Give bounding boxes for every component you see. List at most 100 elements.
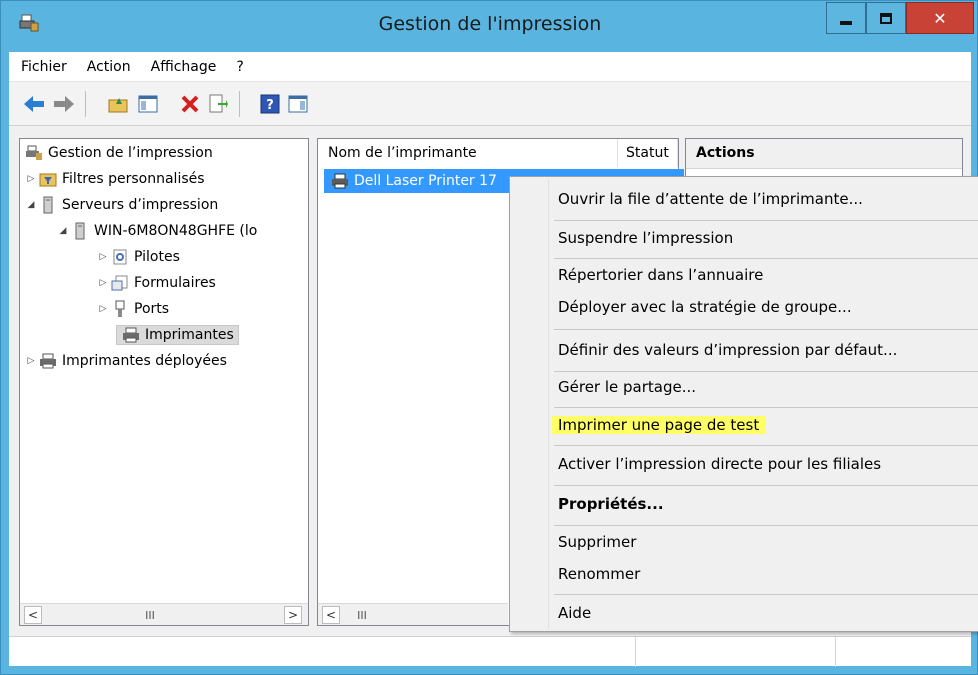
menu-separator [554,258,978,259]
tree-item-filtres[interactable]: ▷ Filtres personnalisés [24,167,205,191]
expand-arrow-icon[interactable]: ▷ [24,174,38,184]
printer-icon [330,172,350,190]
server-icon [38,196,58,214]
export-list-icon[interactable] [207,93,229,115]
menu-item-default-printing-values[interactable]: Définir des valeurs d’impression par déf… [558,336,897,364]
expand-arrow-icon[interactable]: ▷ [96,252,110,262]
printer-icon [38,352,58,370]
minimize-button[interactable] [826,2,866,34]
menu-item-print-test-page[interactable]: Imprimer une page de test [552,411,766,439]
printer-icon [121,326,141,344]
menu-separator [554,445,978,446]
toolbar-separator [239,91,240,117]
menu-item-deploy-group-policy[interactable]: Déployer avec la stratégie de groupe... [558,293,852,321]
show-hide-tree-icon[interactable] [137,93,159,115]
console-tree: Gestion de l’impression ▷ Filtres person… [19,138,309,626]
close-button[interactable]: ✕ [906,2,974,34]
menu-item-branch-office-direct-printing[interactable]: Activer l’impression directe pour les fi… [558,450,881,478]
tree-item-ports[interactable]: ▷ Ports [96,297,169,321]
menu-gutter [548,179,549,629]
list-horizontal-scrollbar[interactable]: < III [318,603,508,625]
menu-item-open-queue[interactable]: Ouvrir la file d’attente de l’imprimante… [558,185,863,213]
scroll-right-button[interactable]: > [284,606,302,624]
menu-fichier[interactable]: Fichier [21,59,67,75]
menu-separator [554,525,978,526]
svg-text:?: ? [266,98,274,113]
tree-item-pilotes[interactable]: ▷ Pilotes [96,245,180,269]
expand-arrow-icon[interactable]: ▷ [24,356,38,366]
title-bar[interactable]: Gestion de l'impression ✕ [1,1,978,52]
up-folder-icon[interactable] [107,93,129,115]
toolbar: ? [9,82,971,126]
menu-item-list-in-directory[interactable]: Répertorier dans l’annuaire [558,261,763,289]
scroll-thumb[interactable]: III [342,606,382,624]
menu-item-help[interactable]: Aide [558,599,591,627]
menu-item-manage-sharing[interactable]: Gérer le partage... [558,373,696,401]
tree-item-label: Filtres personnalisés [62,171,205,187]
status-cell [635,637,835,667]
help-icon[interactable]: ? [259,93,281,115]
drivers-icon [110,248,130,266]
column-header-status[interactable]: Statut [618,139,678,167]
toolbar-separator [85,91,86,117]
menu-help[interactable]: ? [236,59,243,75]
menu-item-pause-printing[interactable]: Suspendre l’impression [558,224,733,252]
delete-icon[interactable] [179,93,201,115]
printer-name: Dell Laser Printer 17 [354,173,497,189]
scroll-left-button[interactable]: < [322,606,340,624]
forms-icon [110,274,130,292]
collapse-arrow-icon[interactable]: ◢ [24,200,38,210]
menu-item-properties[interactable]: Propriétés... [558,490,664,518]
app-window: Gestion de l'impression ✕ Fichier Action… [0,0,978,675]
tree-horizontal-scrollbar[interactable]: < III > [20,603,308,625]
tree-item-label: Serveurs d’impression [62,197,219,213]
status-bar [9,636,971,667]
status-cell [835,637,971,667]
back-arrow-icon[interactable] [23,93,45,115]
menu-bar: Fichier Action Affichage ? [9,52,971,82]
context-menu: Ouvrir la file d’attente de l’imprimante… [509,176,978,632]
menu-separator [554,485,978,486]
tree-item-imprimantes[interactable]: Imprimantes [116,323,239,347]
tree-item-server-win[interactable]: ◢ WIN-6M8ON48GHFE (lo [56,219,257,243]
server-icon [70,222,90,240]
menu-separator [554,407,978,408]
actions-header: Actions [686,139,962,169]
port-icon [110,300,130,318]
selected-tree-node: Imprimantes [116,325,239,345]
menu-separator [554,594,978,595]
tree-item-label: Imprimantes [145,327,234,343]
tree-item-formulaires[interactable]: ▷ Formulaires [96,271,216,295]
scroll-thumb[interactable]: III [130,606,170,624]
menu-item-delete[interactable]: Supprimer [558,528,636,556]
menu-separator [554,329,978,330]
menu-action[interactable]: Action [87,59,131,75]
tree-item-label: WIN-6M8ON48GHFE (lo [94,223,258,239]
tree-item-label: Ports [134,301,170,317]
menu-separator [554,220,978,221]
menu-separator [554,371,978,372]
collapse-arrow-icon[interactable]: ◢ [56,226,70,236]
maximize-button[interactable] [866,2,906,34]
column-header-name[interactable]: Nom de l’imprimante [318,139,618,167]
print-management-icon [24,144,44,162]
tree-root[interactable]: Gestion de l’impression [24,141,213,165]
tree-item-label: Formulaires [134,275,216,291]
show-actions-pane-icon[interactable] [287,93,309,115]
tree-item-deployees[interactable]: ▷ Imprimantes déployées [24,349,227,373]
expand-arrow-icon[interactable]: ▷ [96,304,110,314]
expand-arrow-icon[interactable]: ▷ [96,278,110,288]
tree-item-serveurs[interactable]: ◢ Serveurs d’impression [24,193,218,217]
tree-root-label: Gestion de l’impression [48,145,213,161]
menu-item-rename[interactable]: Renommer [558,560,640,588]
menu-affichage[interactable]: Affichage [151,59,217,75]
minimize-icon [840,21,852,25]
scroll-left-button[interactable]: < [24,606,42,624]
tree-item-label: Pilotes [134,249,180,265]
highlighted-label: Imprimer une page de test [552,416,766,434]
close-icon: ✕ [933,8,947,28]
tree-item-label: Imprimantes déployées [62,353,227,369]
forward-arrow-icon[interactable] [53,93,75,115]
filter-folder-icon [38,170,58,188]
maximize-icon [880,12,892,24]
